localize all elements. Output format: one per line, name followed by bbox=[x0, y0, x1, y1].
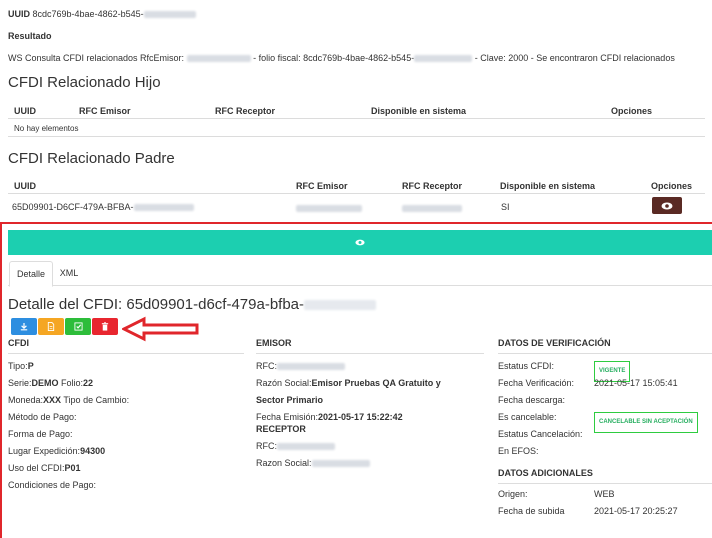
receptor-rfc: RFC: bbox=[256, 438, 484, 455]
padre-row-rfc-emisor bbox=[296, 203, 362, 213]
receptor-razon: Razon Social: bbox=[256, 455, 484, 472]
padre-col-rfc-emisor: RFC Emisor bbox=[296, 181, 348, 191]
hijo-bottom-divider bbox=[8, 136, 705, 137]
detalle-title: Detalle del CFDI: 65d09901-d6cf-479a-bfb… bbox=[8, 296, 377, 313]
verificacion-heading: DATOS DE VERIFICACIÓN bbox=[498, 338, 611, 348]
cfdi-condiciones: Condiciones de Pago: bbox=[8, 480, 97, 490]
delete-button[interactable] bbox=[92, 318, 118, 335]
tab-detalle[interactable]: Detalle bbox=[9, 261, 53, 287]
file-icon bbox=[47, 322, 55, 331]
padre-row: 65D09901-D6CF-479A-BFBA- bbox=[12, 202, 194, 212]
verif-descarga: Fecha descarga: bbox=[498, 395, 566, 405]
padre-row-disponible: SI bbox=[501, 202, 510, 212]
uuid-line: UUID 8cdc769b-4bae-4862-b545- bbox=[8, 9, 196, 19]
cancelable-badge: CANCELABLE SIN ACEPTACIÓN bbox=[594, 412, 698, 433]
padre-row-view-button[interactable] bbox=[652, 197, 682, 214]
verificacion-divider bbox=[498, 353, 712, 354]
cfdi-lugar: Lugar Expedición:94300 bbox=[8, 446, 106, 456]
cfdi-moneda: Moneda:XXX Tipo de Cambio: bbox=[8, 395, 130, 405]
emisor-razon: Razón Social:Emisor Pruebas QA Gratuito … bbox=[256, 378, 441, 388]
emisor-column: EMISOR RFC: Razón Social:Emisor Pruebas … bbox=[256, 338, 484, 472]
padre-row-rfc-receptor bbox=[402, 203, 462, 213]
uuid-label: UUID bbox=[8, 9, 30, 19]
adicionales-heading: DATOS ADICIONALES bbox=[498, 468, 593, 478]
eye-icon bbox=[355, 239, 365, 246]
verif-estatus: Estatus CFDI: VIGENTE bbox=[498, 358, 712, 382]
tab-bar bbox=[8, 261, 712, 286]
pdf-button[interactable] bbox=[38, 318, 64, 335]
resultado-label: Resultado bbox=[8, 31, 52, 41]
emisor-heading: EMISOR bbox=[256, 338, 292, 348]
verif-cancelable: Es cancelable: CANCELABLE SIN ACEPTACIÓN bbox=[498, 409, 712, 433]
download-icon bbox=[20, 322, 28, 330]
hijo-header-divider bbox=[8, 118, 705, 119]
adicionales-divider bbox=[498, 483, 712, 484]
trash-icon bbox=[101, 322, 109, 331]
cfdi-forma-pago: Forma de Pago: bbox=[8, 429, 73, 439]
hijo-empty: No hay elementos bbox=[14, 124, 79, 133]
receptor-heading: RECEPTOR bbox=[256, 424, 306, 434]
hijo-title: CFDI Relacionado Hijo bbox=[8, 74, 161, 91]
padre-col-uuid: UUID bbox=[14, 181, 36, 191]
hijo-col-opciones: Opciones bbox=[611, 106, 653, 116]
cfdi-uso: Uso del CFDI:P01 bbox=[8, 463, 81, 473]
cfdi-tipo: Tipo:P bbox=[8, 361, 34, 371]
ws-result-text: WS Consulta CFDI relacionados RfcEmisor:… bbox=[8, 53, 675, 63]
check-square-icon bbox=[73, 322, 83, 331]
padre-col-opciones: Opciones bbox=[651, 181, 693, 191]
eye-icon bbox=[661, 202, 673, 209]
padre-col-disponible: Disponible en sistema bbox=[500, 181, 596, 191]
emisor-fecha: Fecha Emisión:2021-05-17 15:22:42 bbox=[256, 412, 403, 422]
hijo-col-rfc-receptor: RFC Receptor bbox=[215, 106, 276, 116]
emisor-divider bbox=[256, 353, 484, 354]
padre-row-uuid: 65D09901-D6CF-479A-BFBA- bbox=[12, 202, 134, 212]
hijo-col-uuid: UUID bbox=[14, 106, 36, 116]
verificacion-column: DATOS DE VERIFICACIÓN Estatus CFDI: VIGEN… bbox=[498, 338, 712, 520]
hijo-col-disponible: Disponible en sistema bbox=[371, 106, 467, 116]
adic-subida: Fecha de subida 2021-05-17 20:25:27 bbox=[498, 506, 678, 516]
download-button[interactable] bbox=[11, 318, 37, 335]
cfdi-serie-folio: Serie:DEMO Folio:22 bbox=[8, 378, 94, 388]
padre-col-rfc-receptor: RFC Receptor bbox=[402, 181, 463, 191]
verif-efos: En EFOS: bbox=[498, 446, 539, 456]
emisor-rfc: RFC: bbox=[256, 358, 484, 375]
cfdi-heading: CFDI bbox=[8, 338, 29, 348]
validate-button[interactable] bbox=[65, 318, 91, 335]
verif-fecha: Fecha Verificación: 2021-05-17 15:05:41 bbox=[498, 378, 678, 388]
padre-title: CFDI Relacionado Padre bbox=[8, 150, 175, 167]
cfdi-divider bbox=[8, 353, 244, 354]
tab-xml[interactable]: XML bbox=[53, 261, 85, 285]
padre-header-divider bbox=[8, 193, 705, 194]
emisor-razon-cont: Sector Primario bbox=[256, 395, 324, 405]
adic-origen: Origen: WEB bbox=[498, 489, 615, 499]
toggle-detail-bar[interactable] bbox=[8, 230, 712, 255]
cfdi-metodo-pago: Método de Pago: bbox=[8, 412, 77, 422]
hijo-col-rfc-emisor: RFC Emisor bbox=[79, 106, 131, 116]
uuid-value: 8cdc769b-4bae-4862-b545- bbox=[32, 9, 144, 19]
cfdi-column: CFDI Tipo:P Serie:DEMO Folio:22 Moneda:X… bbox=[8, 338, 244, 498]
